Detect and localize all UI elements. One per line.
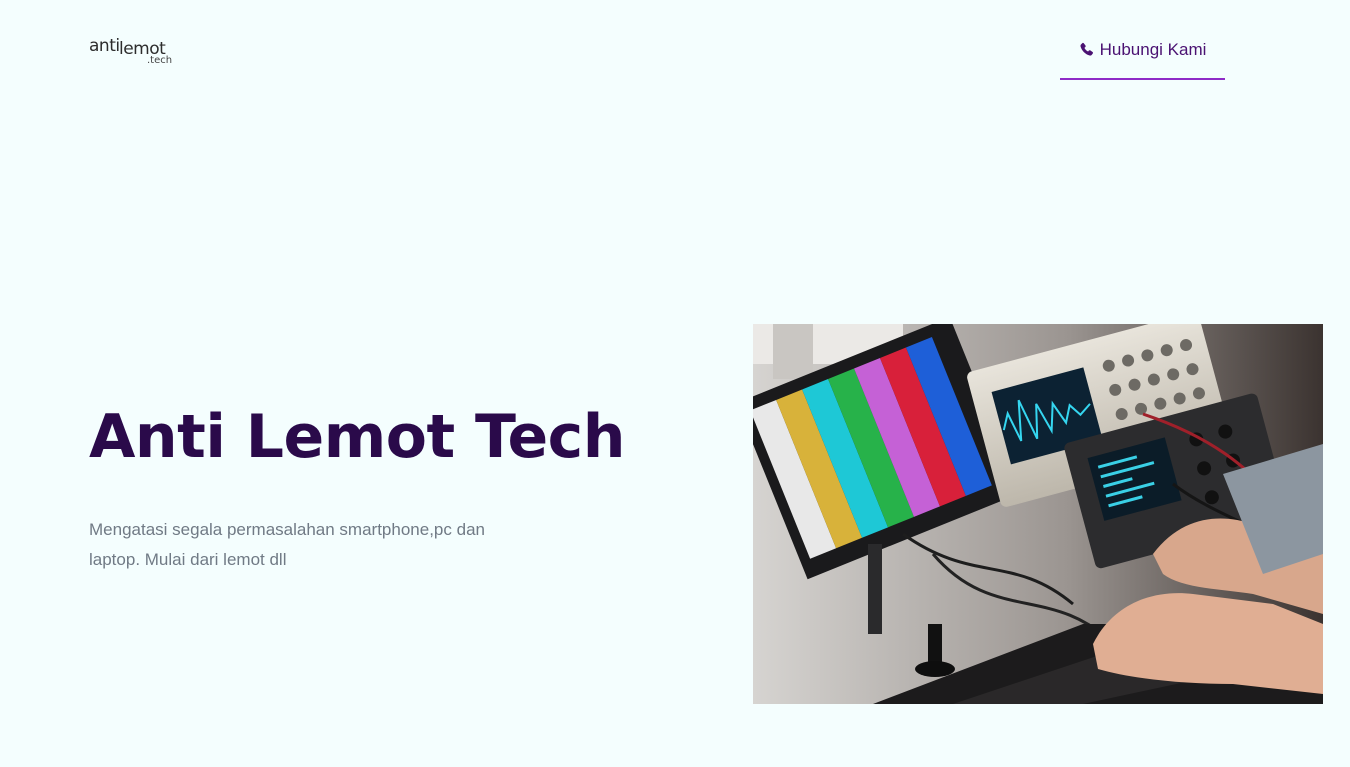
contact-us-label: Hubungi Kami <box>1099 40 1207 59</box>
brand-logo[interactable]: anti lemot .tech <box>89 36 179 70</box>
electronics-repair-illustration <box>753 324 1323 704</box>
logo-text-tech: .tech <box>147 55 173 66</box>
contact-us-link[interactable]: Hubungi Kami <box>1060 36 1225 80</box>
landing-page: anti lemot .tech Hubungi Kami Anti Lemot… <box>0 0 1350 767</box>
hero-description: Mengatasi segala permasalahan smartphone… <box>89 520 485 569</box>
hero-title: Anti Lemot Tech <box>89 402 625 472</box>
logo-text-anti: anti <box>89 36 120 56</box>
hero-image <box>753 324 1323 704</box>
phone-icon <box>1080 42 1093 56</box>
